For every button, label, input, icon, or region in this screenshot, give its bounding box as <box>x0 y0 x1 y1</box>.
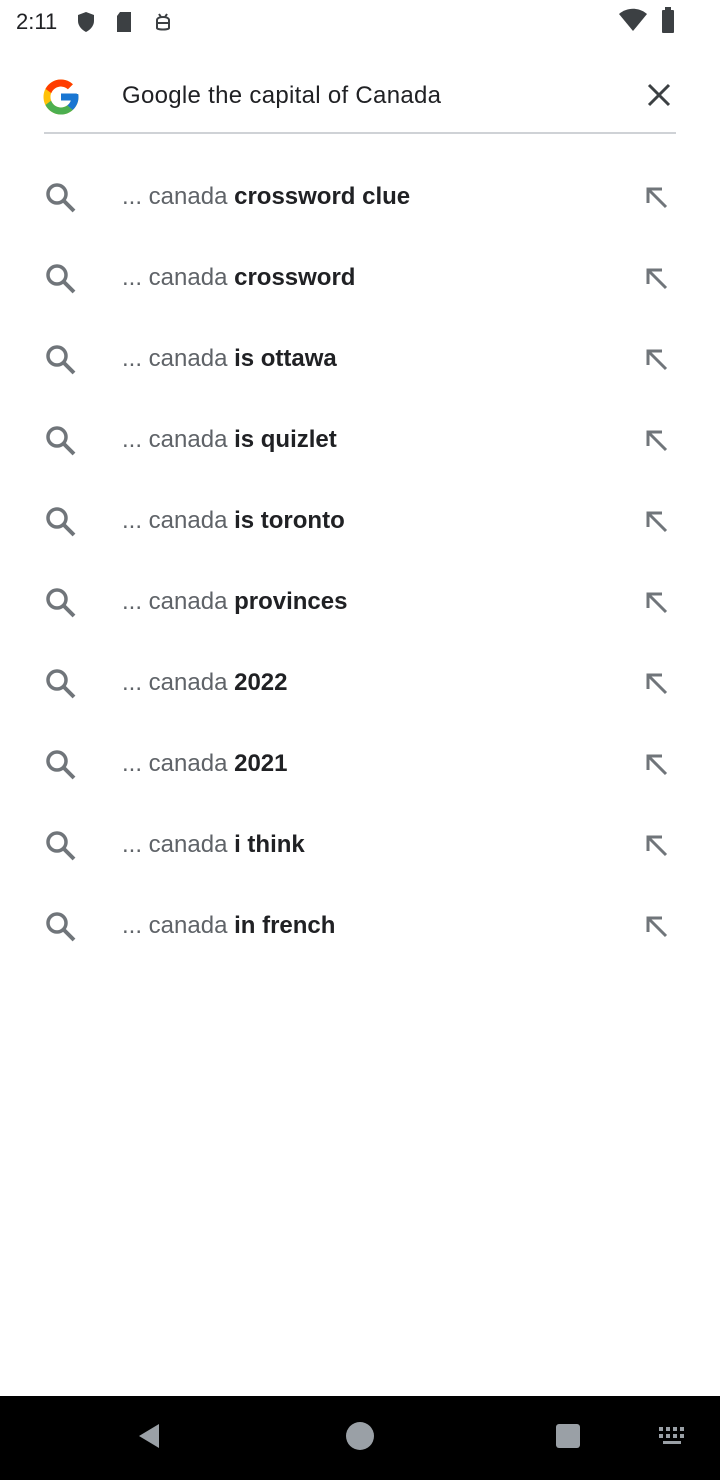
search-icon <box>44 748 78 782</box>
fill-query-arrow-icon[interactable] <box>640 424 674 458</box>
suggestion-suffix: in french <box>227 912 336 939</box>
search-icon <box>44 424 78 458</box>
recents-icon <box>554 1422 582 1455</box>
suggestion-item[interactable]: ... canada is ottawa <box>0 319 720 400</box>
suggestion-prefix: ... canada <box>122 426 228 453</box>
suggestion-prefix: ... canada <box>122 831 228 858</box>
sd-card-icon <box>113 10 137 34</box>
fill-query-arrow-icon[interactable] <box>640 910 674 944</box>
suggestion-item[interactable]: ... canada in french <box>0 886 720 967</box>
status-time: 2:11 <box>16 9 58 34</box>
suggestion-item[interactable]: ... canada crossword <box>0 238 720 319</box>
search-icon <box>44 505 78 539</box>
status-bar: 2:11 <box>0 0 720 44</box>
fill-query-arrow-icon[interactable] <box>640 586 674 620</box>
suggestion-text: ... canada is toronto <box>122 507 345 535</box>
suggestion-item[interactable]: ... canada is quizlet <box>0 400 720 481</box>
suggestion-text: ... canada i think <box>122 831 305 859</box>
home-icon <box>343 1419 377 1458</box>
search-bar: Google the capital of Canada <box>0 58 720 138</box>
keyboard-icon <box>657 1425 687 1452</box>
home-button[interactable] <box>338 1416 382 1460</box>
suggestion-prefix: ... canada <box>122 669 228 696</box>
navigation-bar <box>0 1396 720 1480</box>
recents-button[interactable] <box>546 1416 590 1460</box>
fill-query-arrow-icon[interactable] <box>640 181 674 215</box>
fill-query-arrow-icon[interactable] <box>640 667 674 701</box>
search-icon <box>44 343 78 377</box>
suggestion-text: ... canada provinces <box>122 588 347 616</box>
suggestion-suffix: is ottawa <box>227 345 337 372</box>
search-icon <box>44 262 78 296</box>
suggestion-item[interactable]: ... canada i think <box>0 805 720 886</box>
search-input[interactable]: Google the capital of Canada <box>122 82 441 110</box>
suggestion-text: ... canada crossword <box>122 264 355 292</box>
suggestion-list: ... canada crossword clue ... canada cro… <box>0 157 720 967</box>
suggestion-text: ... canada 2021 <box>122 750 287 778</box>
suggestion-prefix: ... canada <box>122 345 228 372</box>
android-debug-icon <box>151 10 175 34</box>
search-icon <box>44 910 78 944</box>
suggestion-prefix: ... canada <box>122 264 228 291</box>
search-icon <box>44 829 78 863</box>
search-underline <box>44 132 676 134</box>
suggestion-suffix: is quizlet <box>227 426 337 453</box>
suggestion-item[interactable]: ... canada 2021 <box>0 724 720 805</box>
suggestion-prefix: ... canada <box>122 588 228 615</box>
fill-query-arrow-icon[interactable] <box>640 343 674 377</box>
suggestion-prefix: ... canada <box>122 912 228 939</box>
search-icon <box>44 667 78 701</box>
shield-icon <box>75 10 99 34</box>
suggestion-item[interactable]: ... canada 2022 <box>0 643 720 724</box>
close-icon <box>646 82 672 113</box>
suggestion-item[interactable]: ... canada crossword clue <box>0 157 720 238</box>
fill-query-arrow-icon[interactable] <box>640 829 674 863</box>
suggestion-text: ... canada is ottawa <box>122 345 337 373</box>
clear-button[interactable] <box>636 74 682 120</box>
suggestion-text: ... canada is quizlet <box>122 426 337 454</box>
google-g-icon <box>40 76 82 118</box>
suggestion-text: ... canada in french <box>122 912 335 940</box>
suggestion-suffix: is toronto <box>227 507 345 534</box>
battery-icon <box>648 6 676 39</box>
back-button[interactable] <box>128 1416 172 1460</box>
keyboard-button[interactable] <box>650 1416 694 1460</box>
suggestion-item[interactable]: ... canada provinces <box>0 562 720 643</box>
suggestion-prefix: ... canada <box>122 750 228 777</box>
search-icon <box>44 586 78 620</box>
suggestion-suffix: i think <box>227 831 305 858</box>
suggestion-suffix: crossword clue <box>227 183 411 210</box>
suggestion-text: ... canada crossword clue <box>122 183 410 211</box>
suggestion-prefix: ... canada <box>122 183 228 210</box>
suggestion-suffix: 2021 <box>227 750 288 777</box>
fill-query-arrow-icon[interactable] <box>640 505 674 539</box>
search-icon <box>44 181 78 215</box>
back-icon <box>135 1421 165 1456</box>
suggestion-suffix: 2022 <box>227 669 288 696</box>
suggestion-prefix: ... canada <box>122 507 228 534</box>
suggestion-suffix: crossword <box>227 264 356 291</box>
fill-query-arrow-icon[interactable] <box>640 748 674 782</box>
fill-query-arrow-icon[interactable] <box>640 262 674 296</box>
suggestion-suffix: provinces <box>227 588 348 615</box>
wifi-icon <box>606 7 648 38</box>
suggestion-item[interactable]: ... canada is toronto <box>0 481 720 562</box>
suggestion-text: ... canada 2022 <box>122 669 287 697</box>
